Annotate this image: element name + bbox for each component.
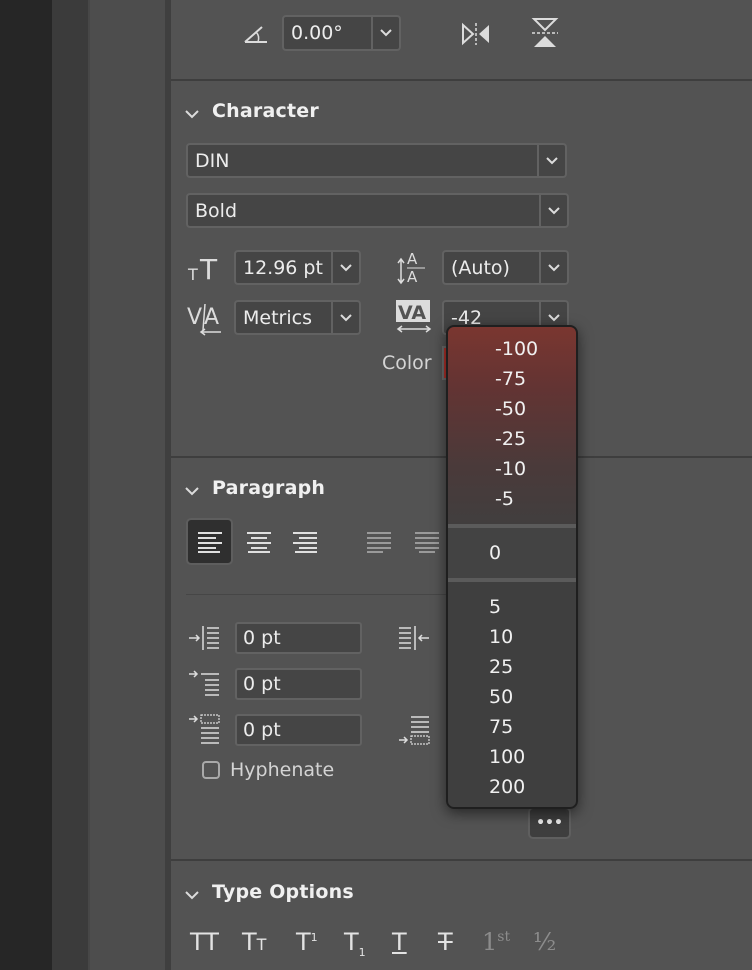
svg-text:T: T — [199, 253, 218, 284]
align-center-button[interactable] — [240, 522, 278, 562]
font-family-value: DIN — [195, 149, 230, 172]
fractions-button[interactable]: ½ — [533, 928, 556, 956]
align-left-icon — [197, 531, 222, 553]
menu-item[interactable]: 5 — [489, 596, 501, 618]
tracking-popup-menu: -100 -75 -50 -25 -10 -5 0 5 10 25 50 75 … — [446, 325, 578, 809]
panel-divider — [165, 0, 171, 970]
small-caps-label: T — [242, 928, 257, 956]
menu-item[interactable]: -5 — [495, 488, 514, 510]
justify-center-button[interactable] — [408, 522, 446, 562]
menu-item[interactable]: 25 — [489, 656, 513, 678]
type-options-section-title[interactable]: Type Options — [212, 881, 354, 903]
menu-item[interactable]: 50 — [489, 686, 513, 708]
menu-item[interactable]: 200 — [489, 776, 525, 798]
chevron-down-icon[interactable] — [537, 145, 565, 176]
align-center-icon — [247, 532, 271, 553]
font-size-dropdown[interactable]: 12.96 pt — [234, 250, 361, 285]
align-left-button[interactable] — [186, 518, 233, 565]
chevron-down-icon[interactable] — [331, 302, 359, 333]
more-options-button[interactable]: ••• — [528, 807, 571, 839]
font-style-dropdown[interactable]: Bold — [186, 193, 569, 228]
align-right-icon — [293, 532, 317, 553]
superscript-button[interactable]: T1 — [296, 928, 318, 956]
justify-center-icon — [415, 532, 439, 553]
indent-left-icon — [186, 624, 222, 652]
justify-left-button[interactable] — [360, 522, 398, 562]
space-before-icon — [186, 713, 222, 747]
small-caps-button[interactable]: TT — [242, 928, 266, 956]
kerning-value: Metrics — [243, 306, 312, 329]
justify-left-icon — [367, 532, 391, 553]
svg-text:T: T — [187, 265, 198, 284]
kerning-icon: VA — [186, 300, 226, 336]
svg-text:A: A — [407, 250, 418, 268]
panel-gutter — [90, 0, 165, 970]
menu-item[interactable]: -50 — [495, 398, 526, 420]
hyphenate-label[interactable]: Hyphenate — [230, 759, 334, 781]
collapse-chevron-icon[interactable] — [182, 481, 202, 501]
flip-vertical-icon[interactable] — [528, 16, 562, 50]
kerning-dropdown[interactable]: Metrics — [234, 300, 361, 335]
svg-text:A: A — [407, 268, 418, 286]
hyphenate-checkbox[interactable] — [202, 761, 220, 779]
svg-text:A: A — [204, 305, 219, 330]
indent-right-icon — [396, 624, 432, 652]
svg-text:VA: VA — [398, 302, 426, 324]
align-right-button[interactable] — [286, 522, 324, 562]
leading-icon: AA — [394, 248, 432, 286]
menu-item[interactable]: 0 — [489, 542, 501, 564]
section-divider — [171, 859, 752, 861]
ordinals-button[interactable]: 1st — [482, 928, 510, 956]
svg-text:V: V — [187, 305, 202, 330]
character-section-title[interactable]: Character — [212, 100, 319, 122]
section-divider — [171, 79, 752, 81]
paragraph-divider — [186, 594, 446, 595]
chevron-down-icon[interactable] — [539, 252, 567, 283]
menu-item[interactable]: 75 — [489, 716, 513, 738]
subscript-button[interactable]: T1 — [344, 928, 366, 959]
space-after-icon — [396, 714, 432, 746]
font-family-dropdown[interactable]: DIN — [186, 143, 567, 178]
all-caps-button[interactable]: TT — [190, 928, 219, 956]
collapse-chevron-icon[interactable] — [182, 104, 202, 124]
indent-first-line-field[interactable]: 0 pt — [235, 668, 362, 700]
menu-separator — [448, 578, 576, 582]
angle-icon — [240, 20, 272, 48]
collapse-chevron-icon[interactable] — [182, 885, 202, 905]
paragraph-section-title[interactable]: Paragraph — [212, 477, 325, 499]
font-size-icon: TT — [186, 252, 226, 284]
menu-zero-band — [448, 527, 576, 579]
rotation-angle-dropdown[interactable]: 0.00° — [282, 15, 401, 51]
left-dark-area — [0, 0, 52, 970]
menu-item[interactable]: 100 — [489, 746, 525, 768]
menu-item[interactable]: -100 — [495, 338, 538, 360]
menu-item[interactable]: 10 — [489, 626, 513, 648]
left-strip — [52, 0, 88, 970]
space-before-field[interactable]: 0 pt — [235, 714, 362, 746]
underline-button[interactable]: T — [392, 928, 407, 956]
indent-left-field[interactable]: 0 pt — [235, 622, 362, 654]
font-size-value: 12.96 pt — [243, 256, 323, 279]
indent-first-line-icon — [186, 668, 222, 700]
color-label: Color — [382, 352, 432, 374]
leading-value: (Auto) — [451, 256, 510, 279]
menu-item[interactable]: -25 — [495, 428, 526, 450]
leading-dropdown[interactable]: (Auto) — [442, 250, 569, 285]
rotation-angle-value: 0.00° — [291, 22, 343, 44]
menu-separator — [448, 524, 576, 528]
strikethrough-button[interactable]: T — [438, 928, 453, 956]
tracking-icon: VA — [394, 298, 434, 336]
chevron-down-icon[interactable] — [539, 195, 567, 226]
chevron-down-icon[interactable] — [371, 17, 399, 49]
menu-item[interactable]: -10 — [495, 458, 526, 480]
flip-horizontal-icon[interactable] — [458, 20, 494, 48]
menu-item[interactable]: -75 — [495, 368, 526, 390]
font-style-value: Bold — [195, 199, 237, 222]
chevron-down-icon[interactable] — [331, 252, 359, 283]
